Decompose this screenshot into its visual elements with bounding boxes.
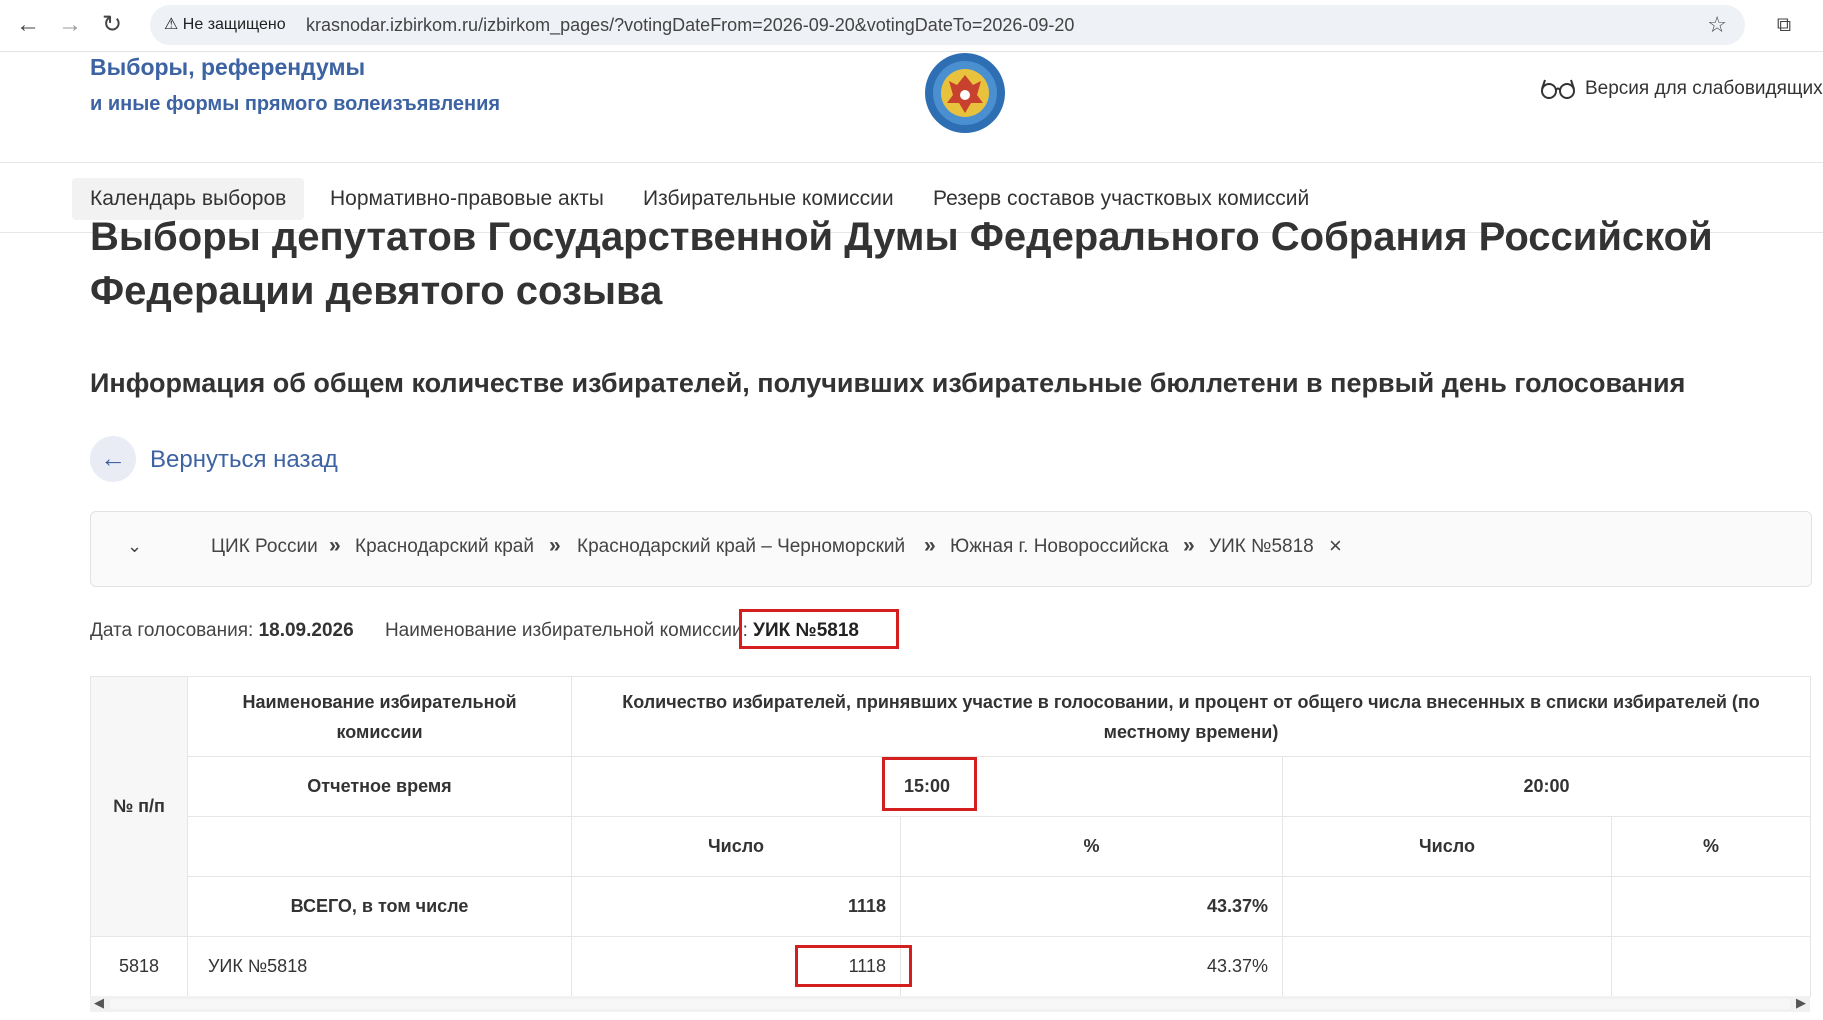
breadcrumb-separator: » — [549, 534, 561, 557]
brand-line2[interactable]: и иные формы прямого волеизъявления — [90, 93, 500, 116]
breadcrumb: ⌄ ЦИК России » Краснодарский край » Крас… — [90, 511, 1812, 587]
voting-date-value: 18.09.2026 — [258, 620, 354, 641]
scroll-right-icon[interactable]: ▶ — [1796, 995, 1806, 1011]
empty-cell — [187, 816, 572, 877]
table-row: 5818 УИК №5818 1118 43.37% — [90, 936, 1811, 997]
page-subtitle: Информация об общем количестве избирател… — [90, 368, 1686, 398]
col-header-group: Количество избирателей, принявших участи… — [571, 676, 1811, 757]
row-count-2000 — [1282, 936, 1612, 997]
voting-date-label: Дата голосования: — [90, 620, 254, 641]
back-label[interactable]: Вернуться назад — [150, 446, 338, 474]
time-header-2000: 20:00 — [1282, 756, 1811, 817]
warning-icon: ⚠ — [164, 16, 179, 33]
highlight-box-count — [795, 945, 912, 987]
page-title: Выборы депутатов Государственной Думы Фе… — [90, 215, 1713, 313]
forward-arrow-icon[interactable]: → — [56, 11, 84, 39]
security-warning-badge[interactable]: ⚠ Не защищено — [164, 5, 286, 45]
row-pct-2000 — [1611, 936, 1811, 997]
reload-icon[interactable]: ↻ — [98, 11, 126, 39]
back-arrow-icon[interactable]: ← — [90, 436, 136, 482]
total-count-1500: 1118 — [571, 876, 901, 937]
breadcrumb-item-uik[interactable]: УИК №5818 — [1209, 536, 1314, 558]
brand-line1[interactable]: Выборы, референдумы — [90, 54, 365, 81]
address-bar[interactable]: ⚠ Не защищено krasnodar.izbirkom.ru/izbi… — [150, 5, 1745, 45]
total-pct-2000 — [1611, 876, 1811, 937]
breadcrumb-item-chernomorsky[interactable]: Краснодарский край – Черноморский — [577, 536, 905, 558]
bookmark-star-icon[interactable]: ☆ — [1707, 5, 1727, 45]
chevron-down-icon[interactable]: ⌄ — [127, 536, 142, 557]
breadcrumb-item-krasnodar[interactable]: Краснодарский край — [355, 536, 534, 558]
url-text[interactable]: krasnodar.izbirkom.ru/izbirkom_pages/?vo… — [306, 5, 1074, 45]
results-table: № п/п Наименование избирательной комисси… — [90, 676, 1811, 997]
sub-header-pct-1500: % — [900, 816, 1283, 877]
highlight-box-commission — [739, 609, 899, 649]
col-header-name: Наименование избирательной комиссии — [187, 676, 572, 757]
total-pct-1500: 43.37% — [900, 876, 1283, 937]
row-pct-1500: 43.37% — [900, 936, 1283, 997]
browser-toolbar: ← → ↻ ⚠ Не защищено krasnodar.izbirkom.r… — [0, 0, 1823, 52]
total-row-label: ВСЕГО, в том числе — [187, 876, 572, 937]
row-commission-name[interactable]: УИК №5818 — [187, 936, 572, 997]
commission-name-label: Наименование избирательной комиссии: — [384, 620, 748, 641]
row-num: 5818 — [90, 936, 188, 997]
cec-emblem-logo[interactable] — [921, 51, 1009, 135]
report-time-label: Отчетное время — [187, 756, 572, 817]
sub-header-count-1500: Число — [571, 816, 901, 877]
accessibility-label: Версия для слабовидящих — [1585, 78, 1823, 99]
extensions-icon[interactable]: ⧉ — [1770, 11, 1798, 39]
scrollbar-thumb[interactable] — [110, 999, 1790, 1009]
breadcrumb-separator: » — [1183, 534, 1195, 557]
total-count-2000 — [1282, 876, 1612, 937]
breadcrumb-separator: » — [329, 534, 341, 557]
breadcrumb-separator: » — [924, 534, 936, 557]
highlight-box-time-1500 — [882, 757, 977, 811]
horizontal-scrollbar[interactable]: ◀ ▶ — [90, 995, 1810, 1012]
breadcrumb-item-yuzhnaya[interactable]: Южная г. Новороссийска — [950, 536, 1169, 558]
col-header-num: № п/п — [90, 676, 188, 937]
close-icon[interactable]: × — [1329, 533, 1342, 559]
glasses-icon — [1541, 79, 1575, 99]
sub-header-count-2000: Число — [1282, 816, 1612, 877]
breadcrumb-item-cik[interactable]: ЦИК России — [211, 536, 318, 558]
scroll-left-icon[interactable]: ◀ — [94, 995, 104, 1011]
back-arrow-icon[interactable]: ← — [14, 11, 42, 39]
security-label: Не защищено — [182, 16, 286, 33]
sub-header-pct-2000: % — [1611, 816, 1811, 877]
